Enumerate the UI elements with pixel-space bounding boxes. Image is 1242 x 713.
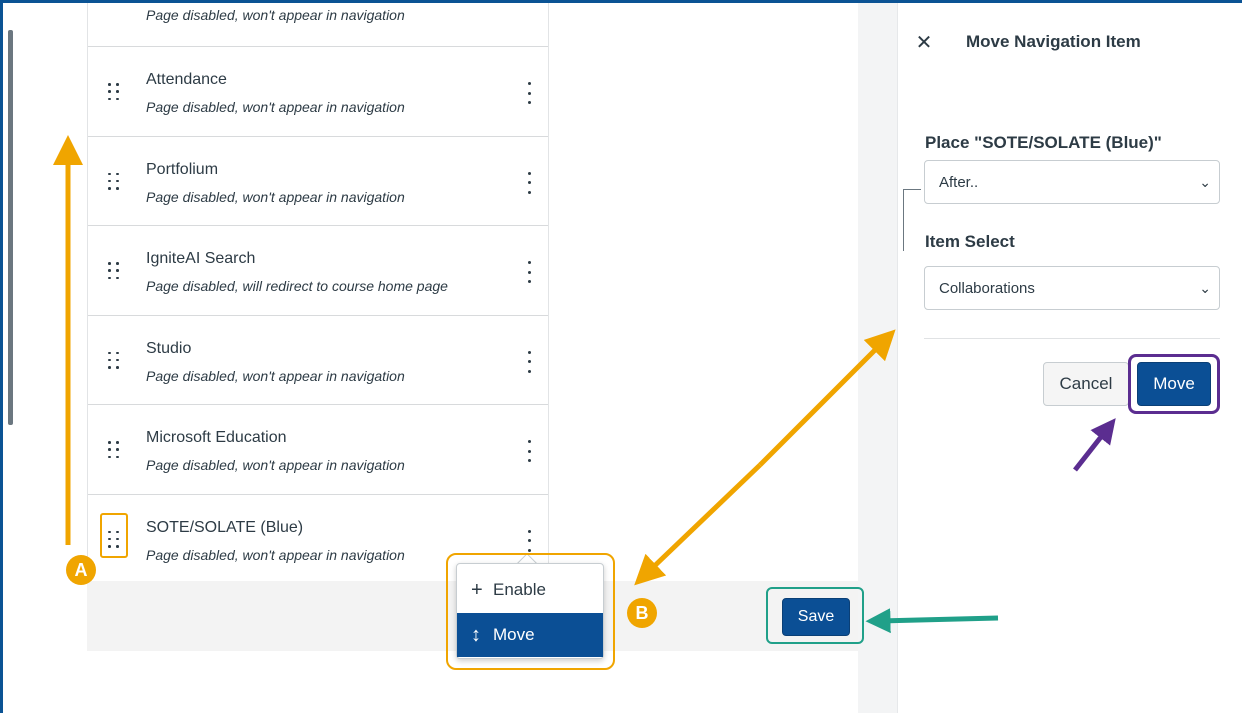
item-status: Page disabled, won't appear in navigatio…: [146, 457, 405, 473]
list-item: Attendance Page disabled, won't appear i…: [88, 47, 548, 137]
cancel-button[interactable]: Cancel: [1043, 362, 1129, 406]
save-highlight-box: [766, 587, 864, 644]
more-options-icon[interactable]: [524, 529, 534, 552]
list-item-partial: Page disabled, won't appear in navigatio…: [88, 3, 548, 47]
item-status: Page disabled, won't appear in navigatio…: [146, 99, 405, 115]
item-status: Page disabled, won't appear in navigatio…: [146, 546, 405, 563]
item-name: Studio: [146, 339, 192, 357]
chevron-down-icon: ⌄: [1199, 280, 1211, 296]
item-status: Page disabled, will redirect to course h…: [146, 278, 448, 294]
connector-line: [903, 189, 921, 251]
item-name: SOTE/SOLATE (Blue): [146, 518, 304, 536]
more-options-icon[interactable]: [524, 82, 534, 104]
list-item: Microsoft Education Page disabled, won't…: [88, 405, 548, 495]
place-label: Place "SOTE/SOLATE (Blue)": [925, 133, 1162, 152]
item-name: Microsoft Education: [146, 429, 287, 446]
left-border: [0, 0, 3, 713]
drag-handle-icon[interactable]: [108, 262, 122, 282]
position-select[interactable]: After.. ⌄: [924, 160, 1220, 204]
navigation-list: Page disabled, won't appear in navigatio…: [87, 3, 549, 584]
position-select-value: After..: [939, 173, 979, 191]
more-options-icon[interactable]: [524, 261, 534, 283]
item-name: Attendance: [146, 71, 227, 88]
drag-handle-icon[interactable]: [108, 441, 122, 461]
divider: [924, 338, 1220, 339]
list-item: Studio Page disabled, won't appear in na…: [88, 315, 548, 405]
item-status: Page disabled, won't appear in navigatio…: [146, 7, 405, 23]
list-item: Portfolium Page disabled, won't appear i…: [88, 136, 548, 226]
drag-handle-icon[interactable]: [108, 351, 122, 372]
close-icon[interactable]: ✕: [914, 31, 934, 55]
item-status: Page disabled, won't appear in navigatio…: [146, 367, 405, 384]
drag-handle-highlight-box: [100, 513, 128, 558]
marker-b: B: [627, 598, 657, 628]
tray-title: Move Navigation Item: [966, 32, 1141, 51]
list-item: IgniteAI Search Page disabled, will redi…: [88, 226, 548, 316]
chevron-down-icon: ⌄: [1199, 174, 1211, 190]
scrollbar[interactable]: [8, 30, 13, 425]
item-select[interactable]: Collaborations ⌄: [924, 266, 1220, 310]
item-select-value: Collaborations: [939, 279, 1035, 297]
move-highlight-box: [1128, 354, 1220, 414]
tray-overlay: [858, 3, 898, 713]
more-options-icon[interactable]: [524, 350, 534, 373]
drag-handle-icon[interactable]: [108, 83, 122, 103]
marker-a: A: [66, 555, 96, 585]
item-select-label: Item Select: [925, 232, 1015, 251]
item-name: Portfolium: [146, 160, 219, 178]
more-options-icon[interactable]: [524, 440, 534, 462]
drag-handle-icon[interactable]: [108, 172, 122, 193]
menu-highlight-box: [446, 553, 615, 670]
more-options-icon[interactable]: [524, 171, 534, 194]
item-status: Page disabled, won't appear in navigatio…: [146, 188, 405, 205]
item-name: IgniteAI Search: [146, 250, 256, 267]
